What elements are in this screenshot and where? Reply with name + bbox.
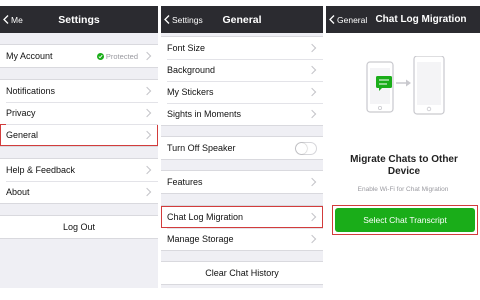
manage-storage-label: Manage Storage — [167, 234, 234, 244]
chat-log-migration-screen: General Chat Log Migration Migrate Chats… — [326, 6, 480, 288]
chevron-right-icon — [142, 108, 152, 118]
logout-button[interactable]: Log Out — [0, 216, 158, 238]
migration-navbar: General Chat Log Migration — [326, 6, 480, 33]
device-migration-icon — [366, 56, 445, 115]
general-navbar: Settings General — [161, 6, 323, 33]
migration-heading: Migrate Chats to Other Device — [350, 154, 458, 177]
storage-group: Chat Log Migration Manage Storage — [161, 205, 323, 251]
logout-group: Log Out — [0, 215, 158, 239]
my-account-row[interactable]: My Account Protected — [0, 45, 158, 67]
back-label: General — [337, 14, 368, 25]
logout-label: Log Out — [62, 222, 96, 232]
turn-off-speaker-row: Turn Off Speaker — [161, 137, 323, 159]
general-label: General — [6, 130, 39, 140]
my-stickers-row[interactable]: My Stickers — [161, 81, 323, 103]
page-title: Settings — [58, 13, 100, 26]
chevron-right-icon — [307, 43, 317, 53]
chevron-right-icon — [142, 86, 152, 96]
sights-in-moments-row[interactable]: Sights in Moments — [161, 103, 323, 125]
chevron-left-icon — [3, 15, 9, 24]
manage-storage-row[interactable]: Manage Storage — [161, 228, 323, 250]
protected-status: Protected — [96, 51, 138, 61]
features-label: Features — [167, 177, 203, 187]
back-label: Settings — [172, 14, 203, 25]
chevron-left-icon — [329, 15, 335, 24]
chevron-right-icon — [307, 87, 317, 97]
chevron-right-icon — [142, 187, 152, 197]
chevron-right-icon — [142, 130, 152, 140]
chevron-right-icon — [307, 234, 317, 244]
speaker-group: Turn Off Speaker — [161, 136, 323, 160]
help-group: Help & Feedback About — [0, 158, 158, 204]
chevron-right-icon — [142, 51, 152, 61]
wifi-hint: Enable Wi-Fi for Chat Migration — [357, 186, 449, 193]
chevron-right-icon — [307, 212, 317, 222]
notifications-row[interactable]: Notifications — [0, 80, 158, 102]
chevron-right-icon — [307, 177, 317, 187]
display-group: Font Size Background My Stickers Sights … — [161, 36, 323, 126]
settings-screen: Me Settings My Account Protected Notific… — [0, 6, 158, 288]
chevron-right-icon — [142, 165, 152, 175]
shield-icon — [96, 52, 104, 60]
turn-off-speaker-label: Turn Off Speaker — [167, 143, 236, 153]
privacy-row[interactable]: Privacy — [0, 102, 158, 124]
main-settings-group: Notifications Privacy General — [0, 79, 158, 147]
about-row[interactable]: About — [0, 181, 158, 203]
help-feedback-label: Help & Feedback — [6, 165, 76, 175]
protected-label: Protected — [105, 51, 138, 61]
font-size-label: Font Size — [167, 43, 206, 53]
chevron-right-icon — [307, 65, 317, 75]
about-label: About — [6, 187, 30, 197]
sights-in-moments-label: Sights in Moments — [167, 109, 242, 119]
back-button[interactable]: General — [329, 6, 367, 33]
account-group: My Account Protected — [0, 44, 158, 68]
chat-log-migration-label: Chat Log Migration — [167, 212, 244, 222]
settings-navbar: Me Settings — [0, 6, 158, 33]
features-row[interactable]: Features — [161, 171, 323, 193]
background-row[interactable]: Background — [161, 59, 323, 81]
select-chat-transcript-button[interactable]: Select Chat Transcript — [335, 208, 475, 232]
font-size-row[interactable]: Font Size — [161, 37, 323, 59]
background-label: Background — [167, 65, 216, 75]
privacy-label: Privacy — [6, 108, 36, 118]
back-label: Me — [11, 14, 23, 25]
speaker-toggle[interactable] — [295, 141, 317, 155]
chat-log-migration-row[interactable]: Chat Log Migration — [161, 206, 323, 228]
features-group: Features — [161, 170, 323, 194]
back-button[interactable]: Me — [3, 6, 23, 33]
back-button[interactable]: Settings — [164, 6, 203, 33]
help-feedback-row[interactable]: Help & Feedback — [0, 159, 158, 181]
my-stickers-label: My Stickers — [167, 87, 214, 97]
chevron-right-icon — [307, 109, 317, 119]
clear-chat-history-label: Clear Chat History — [205, 268, 279, 278]
clear-history-group: Clear Chat History — [161, 261, 323, 285]
general-row[interactable]: General — [0, 124, 158, 146]
highlight-frame: Select Chat Transcript — [332, 205, 478, 235]
clear-chat-history-button[interactable]: Clear Chat History — [161, 262, 323, 284]
my-account-label: My Account — [6, 51, 53, 61]
general-screen: Settings General Font Size Background My… — [161, 6, 323, 288]
chevron-left-icon — [164, 15, 170, 24]
notifications-label: Notifications — [6, 86, 56, 96]
